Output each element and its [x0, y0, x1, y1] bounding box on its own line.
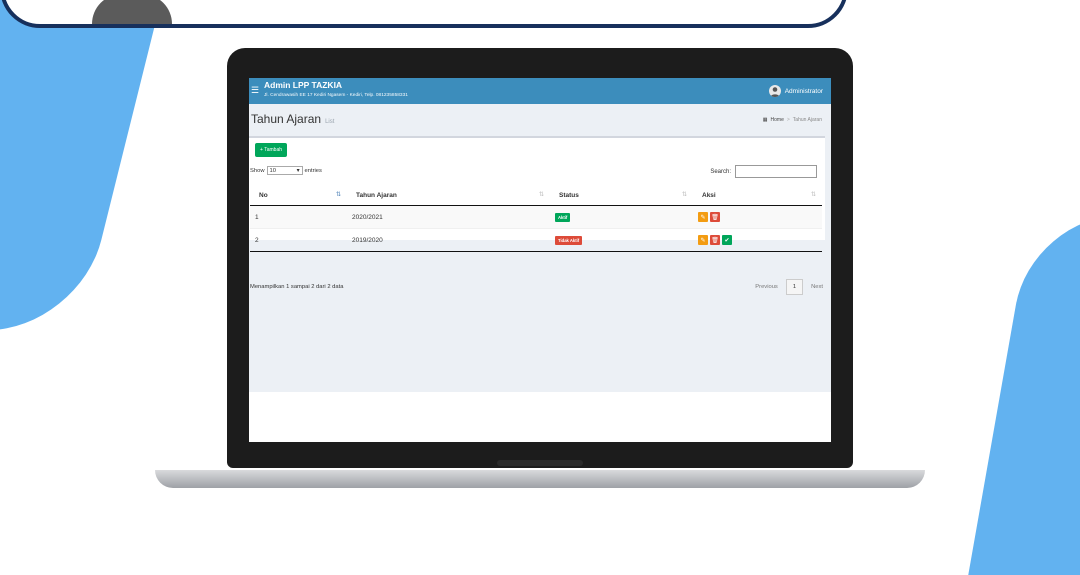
top-decoration	[92, 0, 172, 24]
cell-tahun-ajaran: 2020/2021	[347, 205, 550, 229]
hamburger-icon[interactable]: ☰	[251, 86, 259, 95]
cell-actions: ✎ 🗑 ✔	[693, 228, 822, 252]
top-navbar: ☰ Admin LPP TAZKIA Jl. Cendrawasih EE 17…	[249, 78, 831, 104]
activate-check-icon[interactable]: ✔	[722, 235, 732, 245]
page-number-button[interactable]: 1	[785, 279, 804, 295]
entries-label: entries	[304, 167, 322, 174]
next-button[interactable]: Next	[811, 284, 823, 290]
column-label: No	[259, 191, 268, 199]
app-screen: ☰ Admin LPP TAZKIA Jl. Cendrawasih EE 17…	[249, 78, 831, 442]
delete-icon[interactable]: 🗑	[710, 235, 720, 245]
cell-tahun-ajaran: 2019/2020	[347, 228, 550, 252]
add-button-label: Tambah	[264, 147, 283, 153]
page-size-value: 10	[269, 167, 276, 174]
table-header-row: No ⇅ Tahun Ajaran ⇅ Status ⇅ Aksi ⇅	[250, 185, 822, 206]
breadcrumb-separator: >	[786, 117, 790, 123]
column-header-aksi[interactable]: Aksi ⇅	[693, 185, 822, 206]
sort-icon: ⇅	[681, 192, 687, 198]
delete-icon[interactable]: 🗑	[710, 212, 720, 222]
column-label: Status	[559, 191, 579, 199]
search-input[interactable]	[735, 165, 817, 178]
page-title: Tahun Ajaran List	[251, 112, 334, 126]
background-shape-left	[0, 0, 162, 330]
status-badge: Aktif	[555, 212, 571, 222]
dashboard-icon: ▦	[762, 117, 768, 123]
plus-icon: +	[260, 147, 263, 153]
chevron-down-icon: ▾	[296, 167, 300, 174]
user-name: Administrator	[784, 87, 823, 95]
column-label: Tahun Ajaran	[356, 191, 397, 199]
pagination: Previous 1 Next	[755, 279, 823, 295]
table-row: 1 2020/2021 Aktif ✎ 🗑	[250, 205, 822, 229]
page-subtitle: List	[325, 119, 335, 125]
cell-status: Aktif	[550, 205, 693, 229]
show-label: Show	[250, 167, 265, 174]
content-wrapper: Tahun Ajaran List ▦ Home > Tahun Ajaran +…	[249, 104, 831, 392]
data-box: + Tambah Show 10 ▾ entries Search: No ⇅	[249, 136, 825, 252]
column-header-tahun-ajaran[interactable]: Tahun Ajaran ⇅	[347, 185, 550, 206]
cell-actions: ✎ 🗑	[693, 205, 822, 229]
laptop-base	[155, 470, 925, 488]
add-button[interactable]: + Tambah	[255, 143, 288, 157]
app-address: Jl. Cendrawasih EE 17 Kediri Ngasem - Ke…	[264, 93, 408, 98]
breadcrumb-current: Tahun Ajaran	[792, 117, 822, 123]
app-brand: Admin LPP TAZKIA	[264, 80, 343, 90]
breadcrumb: ▦ Home > Tahun Ajaran	[763, 117, 822, 123]
laptop-notch	[497, 460, 583, 466]
sort-icon: ⇅	[538, 192, 544, 198]
status-badge: Tidak Aktif	[555, 235, 583, 245]
page-title-text: Tahun Ajaran	[251, 112, 322, 126]
page-size-select[interactable]: 10 ▾	[266, 166, 303, 175]
table-info: Menampilkan 1 sampai 2 dari 2 data	[250, 284, 344, 290]
user-menu[interactable]: Administrator	[768, 85, 823, 97]
sort-icon: ⇅	[810, 192, 816, 198]
sort-asc-icon: ⇅	[335, 192, 341, 198]
cell-status: Tidak Aktif	[550, 228, 693, 252]
breadcrumb-home[interactable]: Home	[771, 117, 784, 123]
cell-no: 1	[250, 205, 347, 229]
table-row: 2 2019/2020 Tidak Aktif ✎ 🗑 ✔	[250, 228, 822, 252]
edit-icon[interactable]: ✎	[698, 212, 708, 222]
footer-area	[249, 392, 831, 442]
data-table: No ⇅ Tahun Ajaran ⇅ Status ⇅ Aksi ⇅ 1 2020/2…	[250, 185, 822, 252]
search-control: Search:	[710, 165, 817, 178]
search-label: Search:	[710, 168, 731, 175]
previous-button[interactable]: Previous	[755, 284, 778, 290]
page-size-control: Show 10 ▾ entries	[250, 166, 322, 175]
cell-no: 2	[250, 228, 347, 252]
user-avatar-icon	[768, 85, 781, 97]
column-label: Aksi	[702, 191, 716, 199]
background-shape-right	[968, 215, 1080, 575]
edit-icon[interactable]: ✎	[698, 235, 708, 245]
column-header-no[interactable]: No ⇅	[250, 185, 347, 206]
column-header-status[interactable]: Status ⇅	[550, 185, 693, 206]
